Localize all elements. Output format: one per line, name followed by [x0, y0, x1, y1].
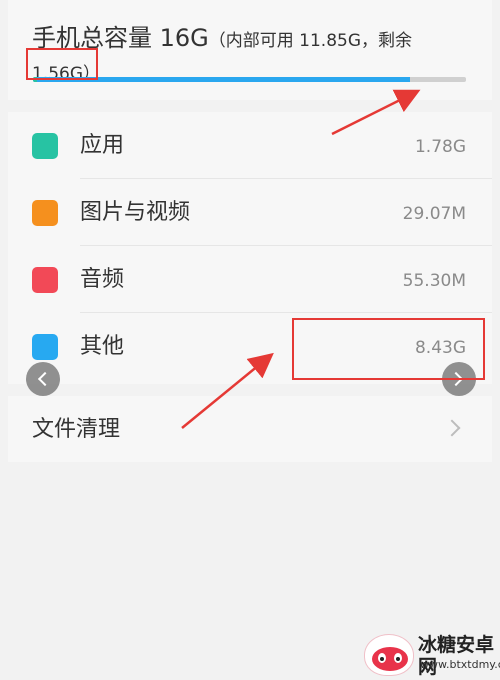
annotation-arrows: [181, 89, 421, 429]
storage-page: 手机总容量 16G（内部可用 11.85G，剩余 1.56G） 应用 1.78G…: [0, 0, 500, 680]
site-watermark: 冰糖安卓网 www.btxtdmy.com: [364, 628, 500, 680]
watermark-text: 冰糖安卓网: [418, 634, 495, 678]
watermark-url: www.btxtdmy.com: [420, 658, 500, 671]
arrow-to-other-size: [181, 352, 274, 429]
watermark-logo-icon: [364, 634, 414, 676]
arrow-to-progress-bar: [331, 89, 421, 136]
